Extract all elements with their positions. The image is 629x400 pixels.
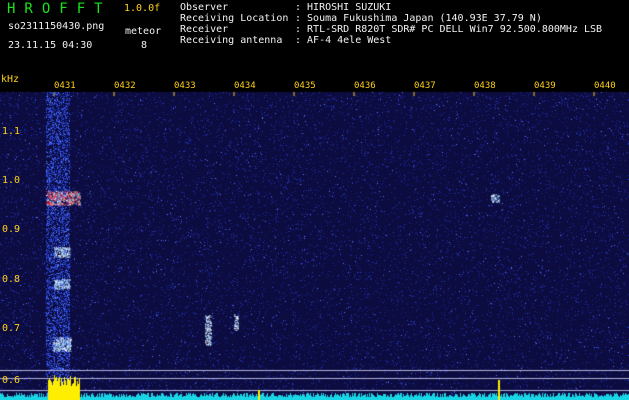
info-key: Receiving antenna (180, 35, 283, 46)
x-tick-label: 0433 (174, 81, 196, 91)
info-table: Observer : HIROSHI SUZUKI Receiving Locat… (180, 2, 602, 46)
filename-label: so2311150430.png (8, 21, 105, 32)
meteor-count: 8 (141, 40, 148, 51)
meteor-label: meteor (125, 26, 162, 37)
header: HROFFT 1.0.0f so2311150430.png 23.11.15 … (0, 0, 629, 72)
info-value: : Souma Fukushima Japan (140.93E 37.79 N… (295, 13, 542, 24)
y-tick-label: 0.6 (2, 375, 21, 386)
datetime-label: 23.11.15 04:30 (8, 40, 93, 51)
info-row-antenna: Receiving antenna : AF-4 4ele West (180, 35, 602, 46)
y-tick-label: 0.7 (2, 323, 21, 334)
x-tick-label: 0435 (294, 81, 316, 91)
info-value: : AF-4 4ele West (295, 35, 392, 46)
spectrogram-plot[interactable]: kHz 1.1 1.0 0.9 0.8 0.7 0.6 0431 0432 04… (0, 72, 629, 400)
version-label: 1.0.0f (124, 3, 161, 14)
y-tick-label: 1.1 (2, 126, 21, 137)
x-tick-label: 0438 (474, 81, 496, 91)
y-tick-label: 0.8 (2, 274, 21, 285)
app-title: HROFFT (7, 1, 112, 17)
info-key: Receiving Location (180, 13, 289, 24)
info-key: Receiver (180, 24, 229, 35)
info-value: : RTL-SRD R820T SDR# PC DELL Win7 92.500… (295, 24, 603, 35)
x-tick-label: 0432 (114, 81, 136, 91)
y-tick-label: 0.9 (2, 224, 21, 235)
x-tick-label: 0437 (414, 81, 436, 91)
x-tick-label: 0434 (234, 81, 256, 91)
info-row-location: Receiving Location : Souma Fukushima Japa… (180, 13, 602, 24)
x-tick-label: 0439 (534, 81, 556, 91)
info-key: Observer (180, 2, 229, 13)
y-axis-unit: kHz (1, 74, 20, 85)
x-tick-label: 0440 (594, 81, 616, 91)
spectrogram-canvas (0, 72, 629, 400)
y-tick-label: 1.0 (2, 175, 21, 186)
info-value: : HIROSHI SUZUKI (295, 2, 392, 13)
x-tick-label: 0431 (54, 81, 76, 91)
x-tick-label: 0436 (354, 81, 376, 91)
info-row-observer: Observer : HIROSHI SUZUKI (180, 2, 602, 13)
info-row-receiver: Receiver : RTL-SRD R820T SDR# PC DELL Win… (180, 24, 602, 35)
